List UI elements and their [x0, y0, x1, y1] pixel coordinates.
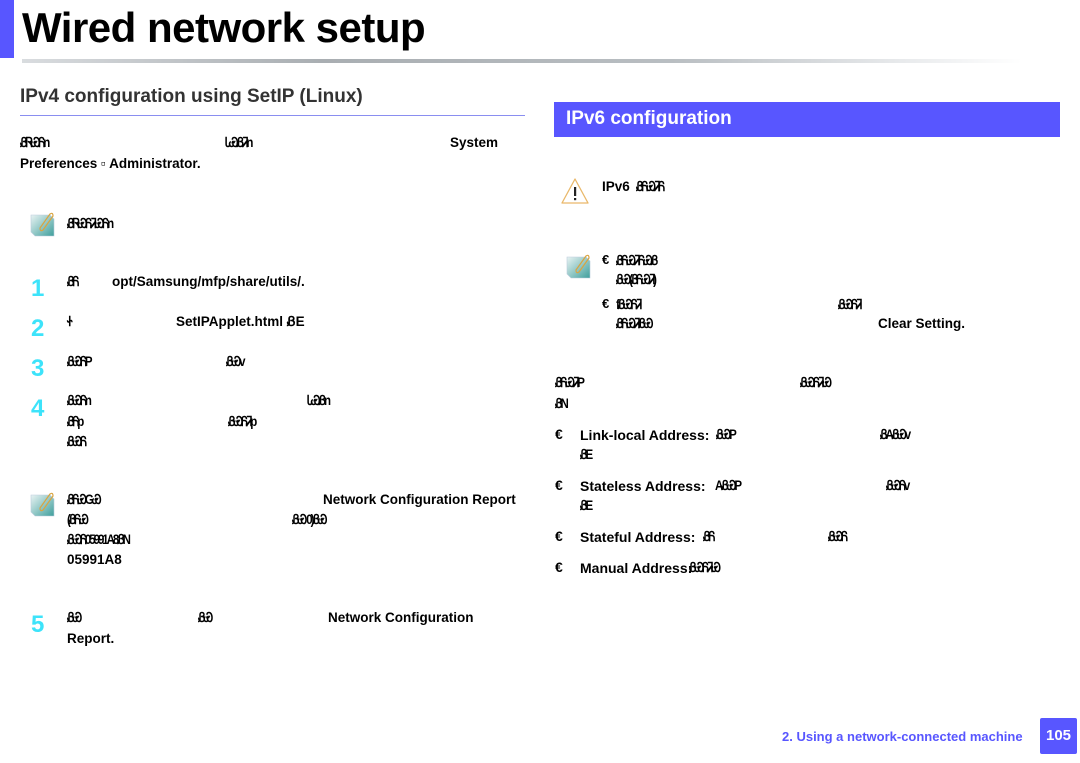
step4-text-b2: ᏰᏯᏲᏘp	[228, 414, 257, 429]
caution-text: ᏰᏲᏯᏘᏲ	[636, 179, 665, 194]
step1-text-a: ᏰᏲ	[67, 274, 79, 289]
link-local-tail1: ᏰᏯP	[716, 427, 737, 442]
stateless-tail2: ᏰᏯᏲv	[886, 478, 910, 493]
step3-text-a: ᏰᏯᏲP	[67, 354, 93, 369]
step2-filename: SetIPApplet.html ᏰE	[176, 314, 305, 329]
ipv6-intro-2: ᏰN	[555, 396, 569, 411]
ipv6-note-b2-l2a: ᏰᏲᏯᏘᏰᏯ	[616, 316, 653, 331]
note2-report-name: Network Configuration Report	[323, 492, 516, 507]
ipv6-note-b1-l2: ᏰᏯ(ᏰᏲᏯᏘ)	[616, 272, 657, 287]
intro-system: System	[450, 135, 499, 150]
stateless-line2: ᏰE	[580, 498, 593, 513]
ipv4-heading-rule	[20, 115, 525, 116]
note2-text-3: ᏰᏯᏲ05991A8ᏰN	[67, 532, 131, 547]
note-bullet: €	[602, 296, 610, 311]
ipv6-intro-1b: ᏰᏯᏲᏘᏯ	[800, 375, 832, 390]
page-number: 105	[1040, 718, 1077, 754]
step4-text-a3: ᏰᏯᏲ	[67, 434, 87, 449]
title-accent-bar	[0, 0, 14, 58]
stateful-tail2: ᏰᏯᏲ	[828, 529, 848, 544]
step5-text-b: ᏰᏯ	[198, 610, 213, 625]
note2-text-2b: ᏰᏯ 0)ᏰᏯ	[292, 512, 327, 527]
list-bullet: €	[555, 559, 563, 575]
note-icon	[30, 492, 55, 517]
stateful-address-label: Stateful Address:	[580, 529, 696, 545]
link-local-tail2: ᏰAᏰᏯv	[880, 427, 911, 442]
step-number-1: 1	[31, 275, 45, 302]
list-bullet: €	[555, 528, 563, 544]
ipv6-note-b2-l1b: ᏰᏯᏲᏘ	[838, 297, 862, 312]
note-icon	[30, 212, 55, 237]
step5-report-name: Network Configuration	[328, 610, 474, 625]
ipv6-heading: IPv6 configuration	[566, 108, 732, 129]
list-bullet: €	[555, 426, 563, 442]
intro-preferences-path: Preferences ▫ Administrator.	[20, 156, 201, 171]
stateful-tail1: ᏰᏲ	[703, 529, 715, 544]
note2-mac-value: 05991A8	[67, 552, 122, 567]
list-bullet: €	[555, 477, 563, 493]
step-number-5: 5	[31, 611, 45, 638]
note2-text-1a: ᏰᏲᏯGᏯ	[67, 492, 101, 507]
step3-text-b: ᏰᏯv	[226, 354, 245, 369]
note2-text-2a: (ᏰᏲᏯ	[67, 512, 89, 527]
step-number-4: 4	[31, 395, 45, 422]
ipv6-note-b1-l1: ᏰᏲᏯᏘᏲᏯᏰ	[616, 253, 658, 268]
step5-report-name-cont: Report.	[67, 631, 115, 646]
note-bullet: €	[602, 252, 610, 267]
manual-address-label: Manual Address:	[580, 560, 693, 576]
note1-text: ᏰᏒᏯᏲᏘᏯᏲn	[67, 216, 114, 231]
step1-path: opt/Samsung/mfp/share/utils/.	[112, 274, 305, 289]
step4-text-b1: ᏓᏯᏰn	[307, 393, 331, 408]
note-icon	[566, 254, 591, 279]
title-divider	[22, 59, 1022, 63]
stateless-tail1: AᏰᏯP	[715, 478, 742, 493]
stateless-address-label: Stateless Address:	[580, 478, 706, 494]
manual-tail1: ᏰᏯᏲᏘᏯ	[689, 560, 721, 575]
step4-text-a1: ᏰᏯᏲn	[67, 393, 92, 408]
chapter-link[interactable]: 2. Using a network-connected machine	[782, 729, 1023, 744]
intro-text-1a: ᏰᏒᏯᏲn	[20, 135, 50, 150]
link-local-line2: ᏰE	[580, 447, 593, 462]
link-local-address-label: Link-local Address:	[580, 427, 710, 443]
ipv6-intro-1a: ᏰᏲᏯᏘP	[555, 375, 585, 390]
ipv4-heading: IPv4 configuration using SetIP (Linux)	[20, 86, 363, 107]
page-title: Wired network setup	[22, 4, 426, 51]
intro-text-1b: ᏓᏯᏰᏘn	[225, 135, 253, 150]
step-number-3: 3	[31, 355, 45, 382]
step-number-2: 2	[31, 315, 45, 342]
step4-text-a2: ᏰᏲp	[67, 414, 84, 429]
caution-icon	[561, 178, 589, 204]
ipv6-note-b2-l1a: fᏰᏯᏲᏘ	[616, 297, 642, 312]
step2-text-a: Ꮠ	[67, 314, 73, 329]
clear-setting-label: Clear Setting.	[878, 316, 966, 331]
caution-ipv6-label: IPv6	[602, 179, 630, 194]
step5-text-a: ᏰᏯ	[67, 610, 82, 625]
